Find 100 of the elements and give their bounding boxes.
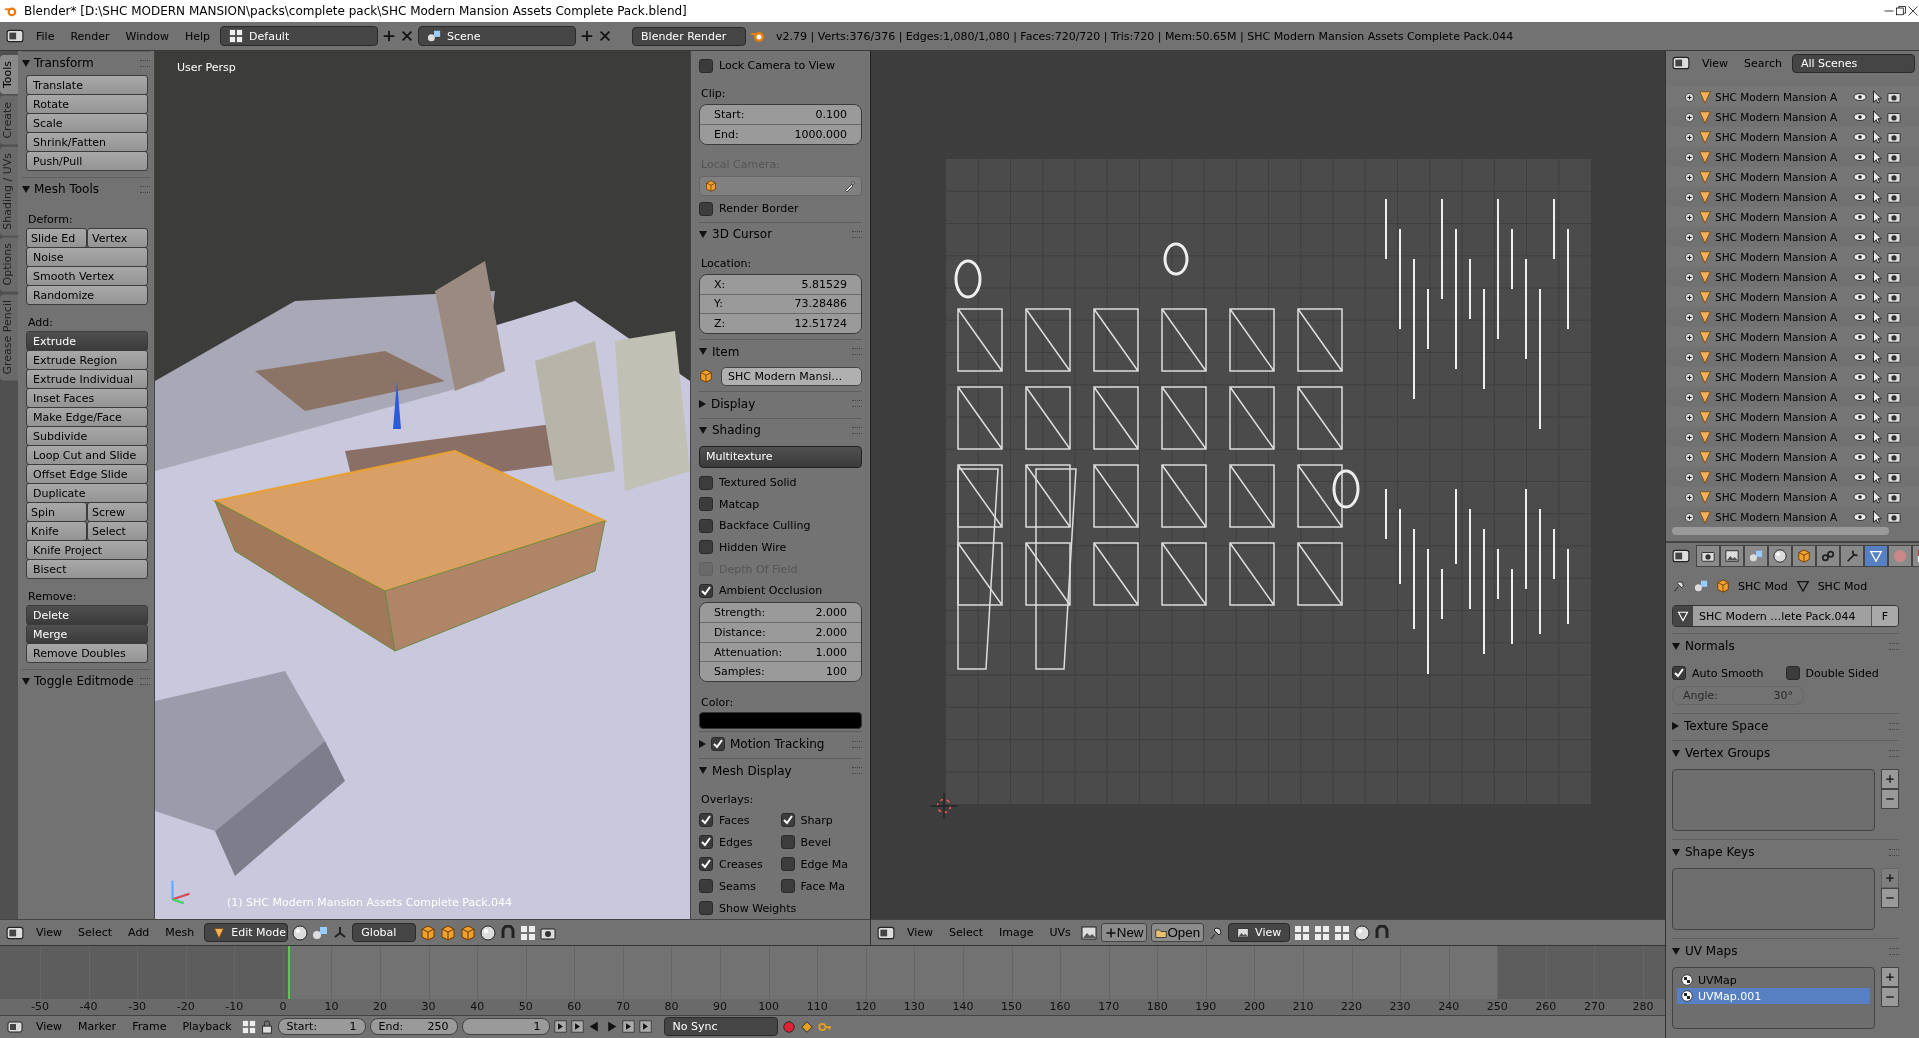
pivot-icon[interactable] <box>312 924 329 941</box>
menu-item[interactable]: File <box>30 27 61 45</box>
collapse-triangle-icon[interactable] <box>22 59 30 67</box>
camera-icon[interactable] <box>1887 510 1901 524</box>
cursor-arrow-icon[interactable] <box>1870 330 1884 344</box>
expand-icon[interactable] <box>1684 91 1695 103</box>
checkbox[interactable] <box>699 540 713 555</box>
menu-item[interactable]: View <box>30 924 69 942</box>
eye-icon[interactable] <box>1853 370 1867 384</box>
cursor-arrow-icon[interactable] <box>1870 130 1884 144</box>
expand-icon[interactable] <box>1684 111 1695 123</box>
pin-icon[interactable] <box>1672 579 1686 593</box>
tool-button[interactable]: Scale <box>26 113 148 133</box>
outliner-item[interactable]: SHC Modern Mansion A <box>1715 191 1838 203</box>
checkbox[interactable] <box>1672 666 1686 680</box>
camera-icon[interactable] <box>1887 290 1901 304</box>
camera-icon[interactable] <box>1887 90 1901 104</box>
eye-icon[interactable] <box>1853 390 1867 404</box>
sphere-icon[interactable] <box>1354 924 1371 941</box>
collapse-triangle-icon[interactable] <box>699 348 707 356</box>
expand-icon[interactable] <box>1684 491 1695 503</box>
expand-triangle-icon[interactable] <box>1672 722 1679 730</box>
tool-button[interactable]: Subdivide <box>26 426 148 446</box>
cursor-arrow-icon[interactable] <box>1870 350 1884 364</box>
previous-keyframe-icon[interactable] <box>570 1020 584 1034</box>
drag-grip-icon[interactable] <box>852 400 862 408</box>
outliner-item[interactable]: SHC Modern Mansion A <box>1715 471 1838 483</box>
object-name-field[interactable]: SHC Modern Mansi… <box>721 366 862 386</box>
mode-dropdown[interactable]: Edit Mode <box>204 923 289 943</box>
camera-icon[interactable] <box>1887 270 1901 284</box>
preview-range-icon[interactable] <box>241 1019 256 1034</box>
panel-title[interactable]: Normals <box>1685 639 1735 653</box>
shelf-tab[interactable]: Options <box>0 237 18 292</box>
shelf-tab[interactable]: Tools <box>0 55 18 95</box>
eye-icon[interactable] <box>1853 170 1867 184</box>
tool-button[interactable]: Screw <box>87 502 148 522</box>
checkbox[interactable] <box>699 813 713 828</box>
drag-grip-icon[interactable] <box>140 185 150 193</box>
menu-item[interactable]: Marker <box>72 1018 123 1036</box>
camera-icon[interactable] <box>1887 130 1901 144</box>
collapse-triangle-icon[interactable] <box>1672 947 1680 955</box>
tool-button[interactable]: Offset Edge Slide <box>26 464 148 484</box>
drag-grip-icon[interactable] <box>1889 642 1899 650</box>
new-image-button[interactable]: New <box>1100 923 1148 943</box>
menu-item[interactable]: Select <box>72 924 119 942</box>
sphere-icon[interactable] <box>292 924 309 941</box>
close-icon[interactable] <box>1907 5 1919 17</box>
number-field[interactable]: Attenuation: 1.000 <box>700 641 861 662</box>
menu-item[interactable]: Select <box>943 924 990 942</box>
grid-icon[interactable] <box>1314 924 1331 941</box>
checkbox[interactable] <box>699 475 713 490</box>
tool-button[interactable]: Bisect <box>26 559 148 579</box>
expand-icon[interactable] <box>1684 131 1695 143</box>
menu-item[interactable]: Frame <box>126 1018 173 1036</box>
cursor-arrow-icon[interactable] <box>1870 90 1884 104</box>
checkbox[interactable] <box>699 835 713 850</box>
number-field[interactable]: Samples: 100 <box>700 661 861 682</box>
eye-icon[interactable] <box>1853 310 1867 324</box>
collapse-triangle-icon[interactable] <box>699 230 707 238</box>
outliner-item[interactable]: SHC Modern Mansion A <box>1715 351 1838 363</box>
info-editor-icon[interactable] <box>4 27 26 45</box>
next-keyframe-icon[interactable] <box>621 1020 635 1034</box>
camera-icon[interactable] <box>1887 170 1901 184</box>
outliner-item[interactable]: SHC Modern Mansion A <box>1715 431 1838 443</box>
checkbox[interactable] <box>699 583 713 598</box>
number-field[interactable]: Y: 73.28486 <box>700 293 861 314</box>
menu-item[interactable]: Search <box>1738 54 1788 72</box>
tool-button[interactable]: Spin <box>26 502 87 522</box>
expand-icon[interactable] <box>1684 451 1695 463</box>
camera-icon[interactable] <box>1887 410 1901 424</box>
camera-icon[interactable] <box>1887 310 1901 324</box>
eye-icon[interactable] <box>1853 430 1867 444</box>
menu-item[interactable]: View <box>1696 54 1735 72</box>
eye-icon[interactable] <box>1853 450 1867 464</box>
collapse-triangle-icon[interactable] <box>1672 749 1680 757</box>
expand-icon[interactable] <box>1684 511 1695 523</box>
shelf-tab[interactable]: Shading / UVs <box>0 146 18 236</box>
drag-grip-icon[interactable] <box>852 740 862 748</box>
camera-icon[interactable] <box>1887 190 1901 204</box>
collapse-triangle-icon[interactable] <box>699 767 707 775</box>
expand-icon[interactable] <box>1684 371 1695 383</box>
orientation-dropdown[interactable]: Global <box>352 923 417 943</box>
checkbox[interactable] <box>780 879 795 894</box>
eye-icon[interactable] <box>1853 150 1867 164</box>
checkbox[interactable] <box>1785 666 1800 680</box>
context-tab[interactable] <box>1720 545 1744 567</box>
camera-icon[interactable] <box>1887 210 1901 224</box>
play-reverse-icon[interactable] <box>587 1020 601 1034</box>
number-field[interactable]: End: 1000.000 <box>700 123 861 144</box>
panel-title[interactable]: Shape Keys <box>1685 845 1755 859</box>
shelf-tab[interactable]: Grease Pencil <box>0 293 18 381</box>
expand-icon[interactable] <box>1684 211 1695 223</box>
collapse-triangle-icon[interactable] <box>22 677 30 685</box>
tool-button[interactable]: Select <box>87 521 148 541</box>
number-field[interactable]: Z: 12.51724 <box>700 313 861 333</box>
camera-icon[interactable] <box>1887 430 1901 444</box>
uv-map-item[interactable]: UVMap <box>1677 972 1870 988</box>
checkbox[interactable] <box>699 879 713 894</box>
panel-title[interactable]: Mesh Tools <box>34 182 99 196</box>
menu-item[interactable]: Add <box>122 924 156 942</box>
